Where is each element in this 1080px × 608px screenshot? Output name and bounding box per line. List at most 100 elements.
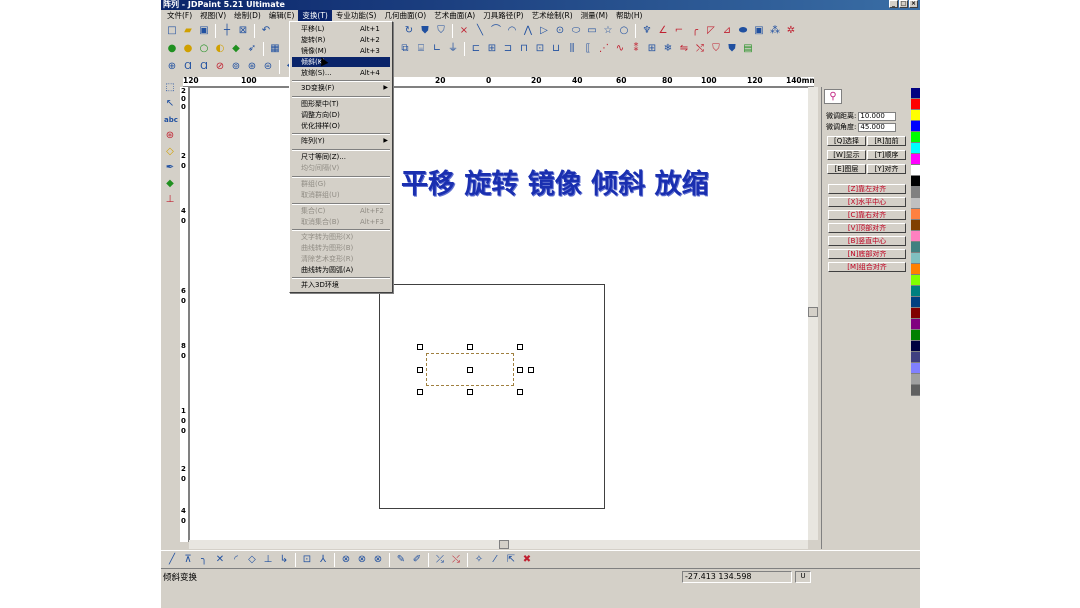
polyline-icon[interactable]: ⋀ <box>522 25 534 37</box>
edit-icon[interactable]: ✎ <box>395 554 407 566</box>
zoom-all-icon[interactable]: ⊚ <box>230 61 242 73</box>
diamond-tool-icon[interactable]: ◇ <box>246 554 258 566</box>
align-top-button[interactable]: [V]顶部对齐 <box>828 223 906 233</box>
menu-art-surface[interactable]: 艺术曲面(A) <box>430 10 479 22</box>
pointer-icon[interactable]: ➶ <box>246 43 258 55</box>
arc3-icon[interactable]: ◠ <box>506 25 518 37</box>
vase-icon[interactable]: ♆ <box>641 25 653 37</box>
color-swatch[interactable] <box>911 231 920 242</box>
color-swatch[interactable] <box>911 198 920 209</box>
shield-filled-icon[interactable]: ⛉ <box>435 25 447 37</box>
line-tool-icon[interactable]: ╱ <box>166 554 178 566</box>
color-swatch[interactable] <box>911 275 920 286</box>
zoom-window-icon[interactable]: ⊘ <box>214 61 226 73</box>
color-swatch[interactable] <box>911 132 920 143</box>
canvas-headline-text[interactable]: 平移 旋转 镜像 倾斜 放缩 <box>401 162 709 201</box>
combined-align-button[interactable]: [M]组合对齐 <box>828 262 906 272</box>
menu-item-rotate[interactable]: 旋转(R) Alt+2 <box>292 35 390 45</box>
menu-item-optimize-layout[interactable]: 优化排样(O) <box>292 121 390 131</box>
adjust-angle-input[interactable] <box>858 122 897 132</box>
circle-center-icon[interactable]: ⊙ <box>554 25 566 37</box>
perpendicular-icon[interactable]: ⊥ <box>262 554 274 566</box>
align-bottom-icon[interactable]: ⊔ <box>550 43 562 55</box>
snap-point-icon[interactable]: ⊡ <box>301 554 313 566</box>
angle-icon[interactable]: ∠ <box>657 25 669 37</box>
wave-icon[interactable]: ∿ <box>614 43 626 55</box>
menu-item-curve-to-arc[interactable]: 曲线转为圆弧(A) <box>292 265 390 275</box>
shield-gray-icon[interactable]: ⛊ <box>726 43 738 55</box>
zigzag-icon[interactable]: ⋰ <box>598 43 610 55</box>
cross-icon[interactable]: ✕ <box>214 554 226 566</box>
line-icon[interactable]: ╲ <box>474 25 486 37</box>
menu-help[interactable]: 帮助(H) <box>612 10 647 22</box>
color-swatch[interactable] <box>911 187 920 198</box>
selection-handle[interactable] <box>467 389 473 395</box>
menu-toolpath[interactable]: 刀具路径(P) <box>479 10 527 22</box>
node-edit-icon[interactable]: ↖ <box>164 98 176 110</box>
color-swatch[interactable] <box>911 154 920 165</box>
menu-file[interactable]: 文件(F) <box>163 10 196 22</box>
menu-measure[interactable]: 测量(M) <box>577 10 612 22</box>
align-right-icon[interactable]: ⊐ <box>502 43 514 55</box>
horizontal-scrollbar[interactable] <box>189 540 808 549</box>
menu-item-merge-3d[interactable]: 并入3D环境 <box>292 280 390 290</box>
pin-icon[interactable]: ⚲ <box>824 89 842 104</box>
lamp-icon[interactable]: ◐ <box>214 43 226 55</box>
export-icon[interactable]: ⇱ <box>505 554 517 566</box>
delete-icon[interactable]: ✖ <box>521 554 533 566</box>
rectangle-icon[interactable]: ▭ <box>586 25 598 37</box>
align-left-button[interactable]: [Z]靠左对齐 <box>828 184 906 194</box>
star-icon[interactable]: ☆ <box>602 25 614 37</box>
shield-icon[interactable]: ⛊ <box>419 25 431 37</box>
snap-grid-icon[interactable]: ⊗ <box>340 554 352 566</box>
stamp-icon[interactable]: ⌸ <box>415 43 427 55</box>
color-swatch[interactable] <box>911 176 920 187</box>
grid-icon[interactable]: ⊞ <box>646 43 658 55</box>
align-center-icon[interactable]: ⊡ <box>534 43 546 55</box>
color-swatch[interactable] <box>911 253 920 264</box>
curve-icon[interactable]: ╮ <box>198 554 210 566</box>
color-swatch[interactable] <box>911 220 920 231</box>
trim-icon[interactable]: ⊿ <box>721 25 733 37</box>
snowflake-icon[interactable]: ❄ <box>662 43 674 55</box>
snap-corner-icon[interactable]: ⅄ <box>317 554 329 566</box>
zoom-page-icon[interactable]: ⊛ <box>246 61 258 73</box>
color-swatch[interactable] <box>911 165 920 176</box>
selection-handle[interactable] <box>517 344 523 350</box>
menu-item-mirror[interactable]: 镜像(M) Alt+3 <box>292 46 390 56</box>
align-button[interactable]: [Y]对齐 <box>867 164 906 174</box>
column-icon[interactable]: ⫼ <box>566 43 578 55</box>
bulb-yellow-icon[interactable]: ● <box>182 43 194 55</box>
color-swatch[interactable] <box>911 209 920 220</box>
point-icon[interactable]: × <box>458 25 470 37</box>
color-swatch[interactable] <box>911 330 920 341</box>
selection-handle[interactable] <box>528 367 534 373</box>
edit-node-icon[interactable]: ✐ <box>411 554 423 566</box>
selection-handle[interactable] <box>517 389 523 395</box>
close-button[interactable]: × <box>909 0 918 8</box>
scroll-thumb[interactable] <box>499 540 509 549</box>
circle-icon[interactable]: ○ <box>618 25 630 37</box>
fill-tool-icon[interactable]: ◇ <box>164 146 176 158</box>
zoom-out-icon[interactable]: Ɑ <box>198 61 210 73</box>
color-swatch[interactable] <box>911 242 920 253</box>
align-top-icon[interactable]: ⊓ <box>518 43 530 55</box>
arrow-y-icon[interactable]: ⤯ <box>450 554 462 566</box>
slot-icon[interactable]: ⬬ <box>737 25 749 37</box>
swap-icon[interactable]: ⇋ <box>678 43 690 55</box>
display-button[interactable]: [W]显示 <box>827 150 866 160</box>
bracket-icon[interactable]: ⟦ <box>582 43 594 55</box>
zoom-icon[interactable]: Ɑ <box>182 61 194 73</box>
chamfer-icon[interactable]: ◸ <box>705 25 717 37</box>
circle-tool-icon[interactable]: ⊛ <box>164 130 176 142</box>
hook-icon[interactable]: ↳ <box>278 554 290 566</box>
vertical-scrollbar[interactable] <box>808 87 818 540</box>
menu-item-scale[interactable]: 放缩(S)... Alt+4 <box>292 68 390 78</box>
text-tool-icon[interactable]: abc <box>164 114 178 126</box>
color-swatch[interactable] <box>911 363 920 374</box>
menu-item-3d-transform[interactable]: 3D变换(F) ▶ <box>292 83 390 93</box>
align-right-button[interactable]: [C]靠右对齐 <box>828 210 906 220</box>
select-button[interactable]: [Q]选择 <box>827 136 866 146</box>
weld-icon[interactable]: ⏚ <box>447 43 459 55</box>
scroll-thumb[interactable] <box>808 307 818 317</box>
